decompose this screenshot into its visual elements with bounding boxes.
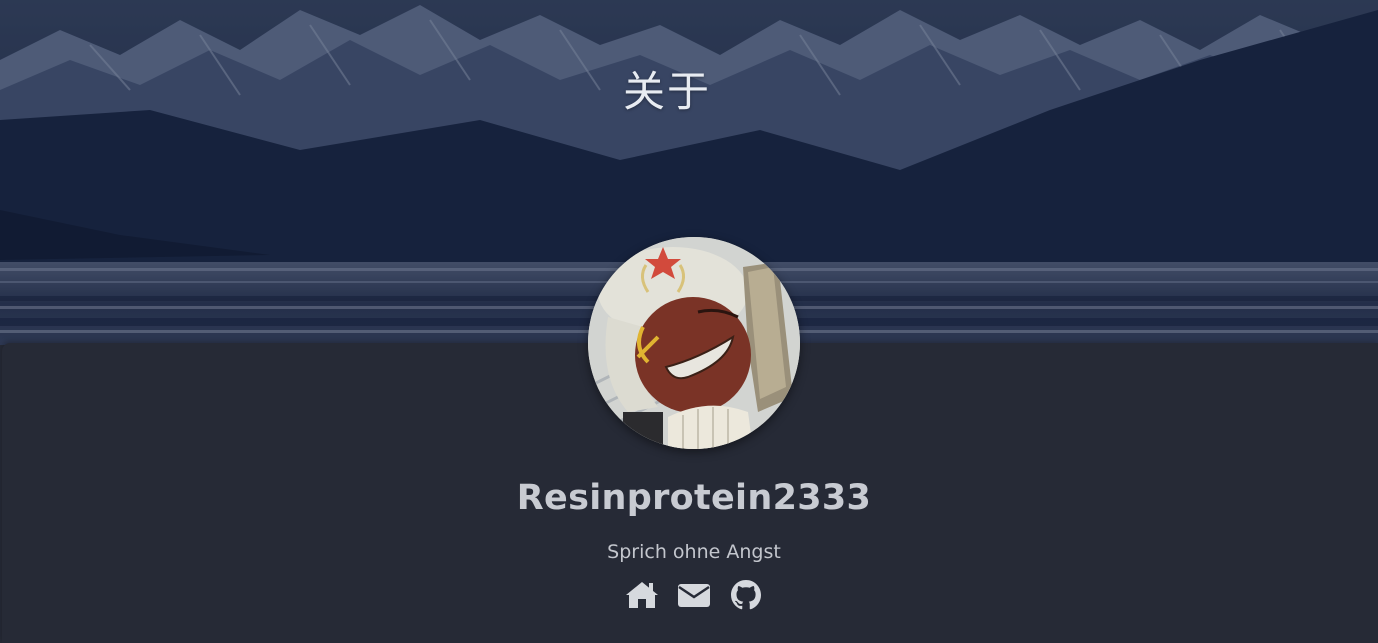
home-icon xyxy=(626,582,658,608)
motto: Sprich ohne Angst xyxy=(607,541,781,563)
page-title: 关于 xyxy=(622,67,711,116)
github-icon xyxy=(731,580,761,610)
social-links xyxy=(0,578,1378,612)
username: Resinprotein2333 xyxy=(516,478,872,518)
avatar xyxy=(588,237,800,449)
avatar-image xyxy=(588,237,800,449)
envelope-icon xyxy=(678,584,710,607)
email-link[interactable] xyxy=(676,578,712,612)
home-link[interactable] xyxy=(624,578,660,612)
github-link[interactable] xyxy=(728,578,764,612)
